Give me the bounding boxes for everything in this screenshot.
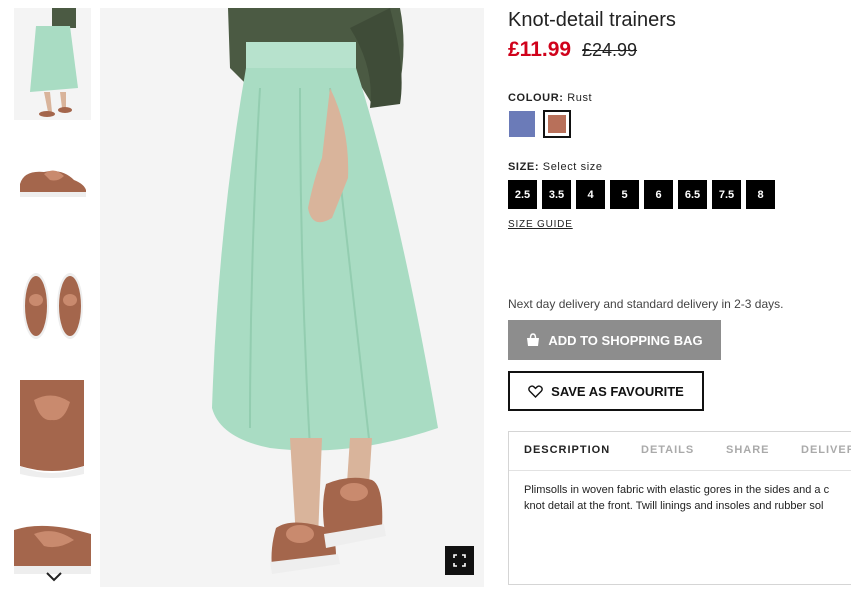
zoom-button[interactable] [445, 546, 474, 575]
heart-icon [528, 384, 544, 398]
product-title: Knot-detail trainers [508, 9, 676, 31]
colour-label-row: COLOUR: Rust [508, 92, 592, 104]
thumbnail-strip [14, 8, 91, 587]
product-tabs-panel: DESCRIPTION DETAILS SHARE DELIVER Plimso… [508, 431, 851, 585]
thumbnail-model[interactable] [14, 8, 91, 120]
size-option-3.5[interactable]: 3.5 [542, 180, 571, 209]
colour-swatch-blue[interactable] [508, 110, 536, 138]
colour-swatch-rust[interactable] [543, 110, 571, 138]
original-price: £24.99 [582, 40, 638, 60]
model-photo [100, 8, 484, 587]
size-option-5[interactable]: 5 [610, 180, 639, 209]
shopping-bag-icon [527, 333, 540, 346]
size-prompt: Select size [542, 161, 603, 173]
fullscreen-icon [453, 554, 466, 567]
swatch-color-fill [548, 115, 566, 133]
model-thumbnail-image [14, 8, 91, 120]
add-to-bag-button[interactable]: ADD TO SHOPPING BAG [508, 320, 721, 360]
tab-details[interactable]: DETAILS [641, 444, 694, 456]
description-line: Plimsolls in woven fabric with elastic g… [524, 484, 830, 496]
chevron-down-icon [46, 572, 62, 582]
size-option-6[interactable]: 6 [644, 180, 673, 209]
thumbnail-side[interactable] [14, 132, 91, 244]
product-description: Plimsolls in woven fabric with elastic g… [524, 482, 851, 514]
tab-share[interactable]: SHARE [726, 444, 770, 456]
size-option-8[interactable]: 8 [746, 180, 775, 209]
swatch-color-fill [509, 111, 535, 137]
colour-label: COLOUR: [508, 92, 564, 104]
colour-selected-name: Rust [567, 92, 593, 104]
shoe-front-thumbnail-image [20, 380, 84, 478]
thumbnail-top[interactable] [14, 256, 91, 352]
main-product-image[interactable] [100, 8, 484, 587]
size-guide-link[interactable]: SIZE GUIDE [508, 219, 573, 230]
shoe-pair-thumbnail-image [23, 273, 83, 339]
description-line: knot detail at the front. Twill linings … [524, 500, 824, 512]
size-label: SIZE: [508, 161, 540, 173]
size-option-6.5[interactable]: 6.5 [678, 180, 707, 209]
size-label-row: SIZE: Select size [508, 161, 603, 173]
save-favourite-button[interactable]: SAVE AS FAVOURITE [508, 371, 704, 411]
size-option-4[interactable]: 4 [576, 180, 605, 209]
size-option-2.5[interactable]: 2.5 [508, 180, 537, 209]
delivery-info: Next day delivery and standard delivery … [508, 297, 784, 311]
save-favourite-label: SAVE AS FAVOURITE [551, 383, 684, 399]
thumbnail-front[interactable] [14, 370, 91, 480]
size-option-7.5[interactable]: 7.5 [712, 180, 741, 209]
sale-price: £11.99 [508, 38, 572, 61]
tab-divider [509, 470, 851, 471]
tab-description[interactable]: DESCRIPTION [524, 444, 610, 456]
tab-delivery[interactable]: DELIVER [801, 444, 851, 456]
thumbnail-scroll-down[interactable] [44, 570, 64, 584]
shoe-side-thumbnail-image [20, 170, 86, 197]
add-to-bag-label: ADD TO SHOPPING BAG [548, 332, 703, 348]
